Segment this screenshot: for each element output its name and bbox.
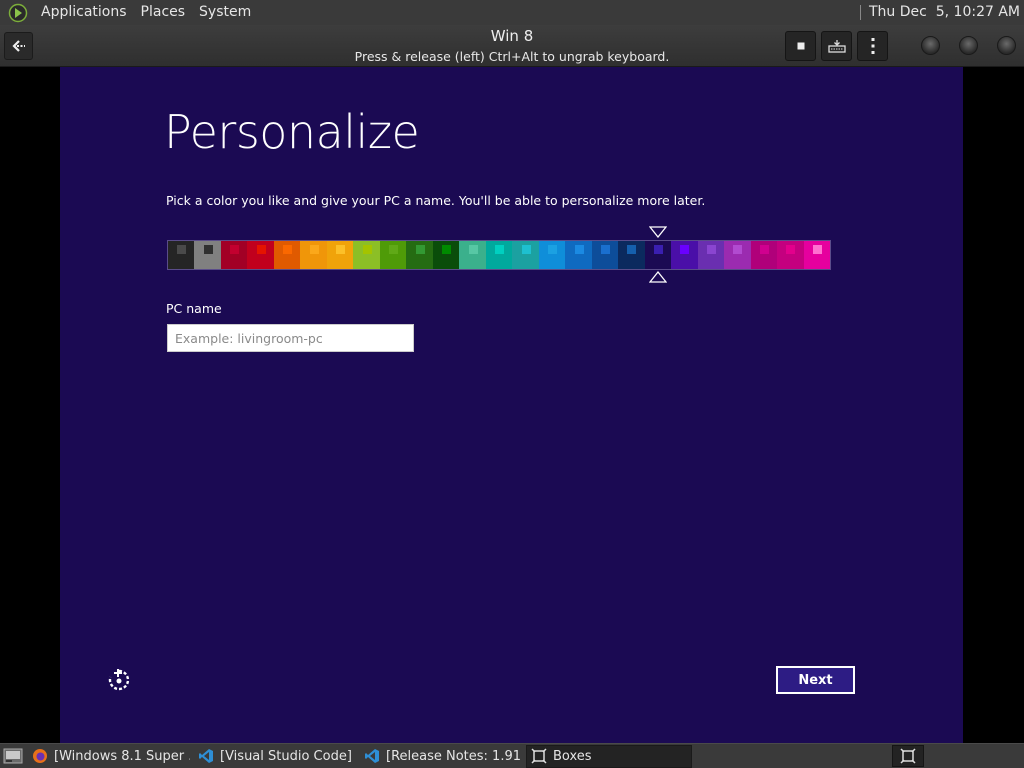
keyboard-icon — [827, 40, 846, 53]
taskbar-item-label: [Visual Studio Code] — [220, 748, 352, 764]
color-swatch[interactable] — [220, 241, 248, 269]
top-panel: Applications Places System Thu Dec 5, 10… — [0, 0, 1024, 25]
color-swatch[interactable] — [326, 241, 354, 269]
force-shutdown-button[interactable] — [785, 31, 816, 61]
taskbar-item-label: Boxes — [553, 748, 592, 764]
system-menu[interactable]: System — [192, 0, 258, 25]
color-swatch-chip — [389, 245, 399, 254]
color-swatch[interactable] — [724, 241, 751, 269]
color-swatch[interactable] — [750, 241, 778, 269]
send-keys-button[interactable] — [821, 31, 852, 61]
color-swatch[interactable] — [379, 241, 407, 269]
applications-menu[interactable]: Applications — [34, 0, 134, 25]
taskbar-item-release-notes[interactable]: [Release Notes: 1.91... — [360, 745, 522, 768]
ease-of-access-icon[interactable] — [107, 668, 131, 692]
personalize-description: Pick a color you like and give your PC a… — [166, 193, 706, 208]
color-swatch-chip — [415, 245, 425, 254]
color-swatch-chip — [786, 245, 796, 254]
color-swatch[interactable] — [353, 241, 380, 269]
stop-icon — [797, 42, 804, 50]
color-swatch-chip — [362, 245, 372, 254]
color-swatch-chip — [706, 245, 716, 254]
minimize-window-button[interactable] — [921, 36, 940, 55]
color-swatch-chip — [574, 245, 584, 254]
color-swatch[interactable] — [194, 241, 221, 269]
taskbar-item-label: [Windows 8.1 Super ... — [54, 748, 190, 764]
selection-marker-bottom-icon — [648, 271, 667, 283]
color-swatch[interactable] — [538, 241, 566, 269]
color-swatch[interactable] — [406, 241, 433, 269]
pc-name-input[interactable] — [167, 324, 414, 352]
distro-logo-icon[interactable] — [8, 3, 28, 23]
color-swatch[interactable] — [168, 241, 195, 269]
taskbar-item-label: [Release Notes: 1.91... — [386, 748, 522, 764]
color-swatch-chip — [309, 245, 319, 254]
color-swatch[interactable] — [485, 241, 513, 269]
clock[interactable]: Thu Dec 5, 10:27 AM — [860, 0, 1020, 25]
color-swatch[interactable] — [618, 241, 645, 269]
places-menu[interactable]: Places — [134, 0, 193, 25]
color-swatch[interactable] — [273, 241, 301, 269]
color-swatch[interactable] — [512, 241, 539, 269]
color-swatch-chip — [230, 245, 240, 254]
color-swatch[interactable] — [671, 241, 698, 269]
more-vertical-icon — [871, 38, 874, 54]
color-swatch-chip — [468, 245, 478, 254]
color-picker-strip — [167, 240, 831, 270]
taskbar-item-firefox[interactable]: [Windows 8.1 Super ... — [28, 745, 190, 768]
vm-display[interactable]: Personalize Pick a color you like and gi… — [60, 67, 963, 743]
pc-name-label: PC name — [166, 301, 222, 316]
color-swatch-chip — [680, 245, 690, 254]
page-title: Personalize — [164, 105, 420, 159]
main-menu: Applications Places System — [0, 0, 258, 25]
color-swatch[interactable] — [644, 241, 672, 269]
color-swatch-chip — [627, 245, 637, 254]
next-button[interactable]: Next — [776, 666, 855, 694]
color-swatch-chip — [495, 245, 505, 254]
color-swatch[interactable] — [247, 241, 274, 269]
close-window-button[interactable] — [997, 36, 1016, 55]
color-swatch-chip — [653, 245, 663, 254]
maximize-window-button[interactable] — [959, 36, 978, 55]
color-swatch[interactable] — [777, 241, 804, 269]
color-swatch[interactable] — [300, 241, 327, 269]
color-swatch-chip — [283, 245, 293, 254]
color-swatch-chip — [442, 245, 452, 254]
vscode-icon — [199, 749, 213, 763]
color-swatch-chip — [177, 245, 187, 254]
selection-marker-top-icon — [648, 226, 667, 238]
color-swatch-chip — [256, 245, 266, 254]
vscode-icon — [365, 749, 379, 763]
color-swatch-chip — [733, 245, 743, 254]
color-swatch[interactable] — [459, 241, 486, 269]
color-swatch-chip — [600, 245, 610, 254]
show-desktop-icon[interactable] — [2, 745, 24, 767]
panel-separator — [860, 5, 861, 20]
boxes-icon — [531, 748, 547, 764]
color-swatch[interactable] — [591, 241, 619, 269]
taskbar-item-boxes[interactable]: Boxes — [526, 744, 692, 768]
color-swatch[interactable] — [565, 241, 592, 269]
color-swatch[interactable] — [432, 241, 460, 269]
taskbar-item-vscode[interactable]: [Visual Studio Code] — [194, 745, 356, 768]
boxes-icon — [900, 748, 916, 764]
color-swatch-chip — [336, 245, 346, 254]
color-swatch[interactable] — [697, 241, 725, 269]
firefox-icon — [33, 749, 47, 763]
boxes-header-bar: Win 8 Press & release (left) Ctrl+Alt to… — [0, 25, 1024, 67]
color-swatch-chip — [203, 245, 213, 254]
color-swatch-chip — [812, 245, 822, 254]
color-swatch[interactable] — [803, 241, 831, 269]
vm-menu-button[interactable] — [857, 31, 888, 61]
tray-boxes-button[interactable] — [892, 745, 924, 767]
clock-text: Thu Dec 5, 10:27 AM — [869, 4, 1020, 20]
taskbar: [Windows 8.1 Super ... [Visual Studio Co… — [0, 743, 1024, 768]
color-swatch-chip — [548, 245, 558, 254]
color-swatch-chip — [521, 245, 531, 254]
color-swatch-chip — [759, 245, 769, 254]
